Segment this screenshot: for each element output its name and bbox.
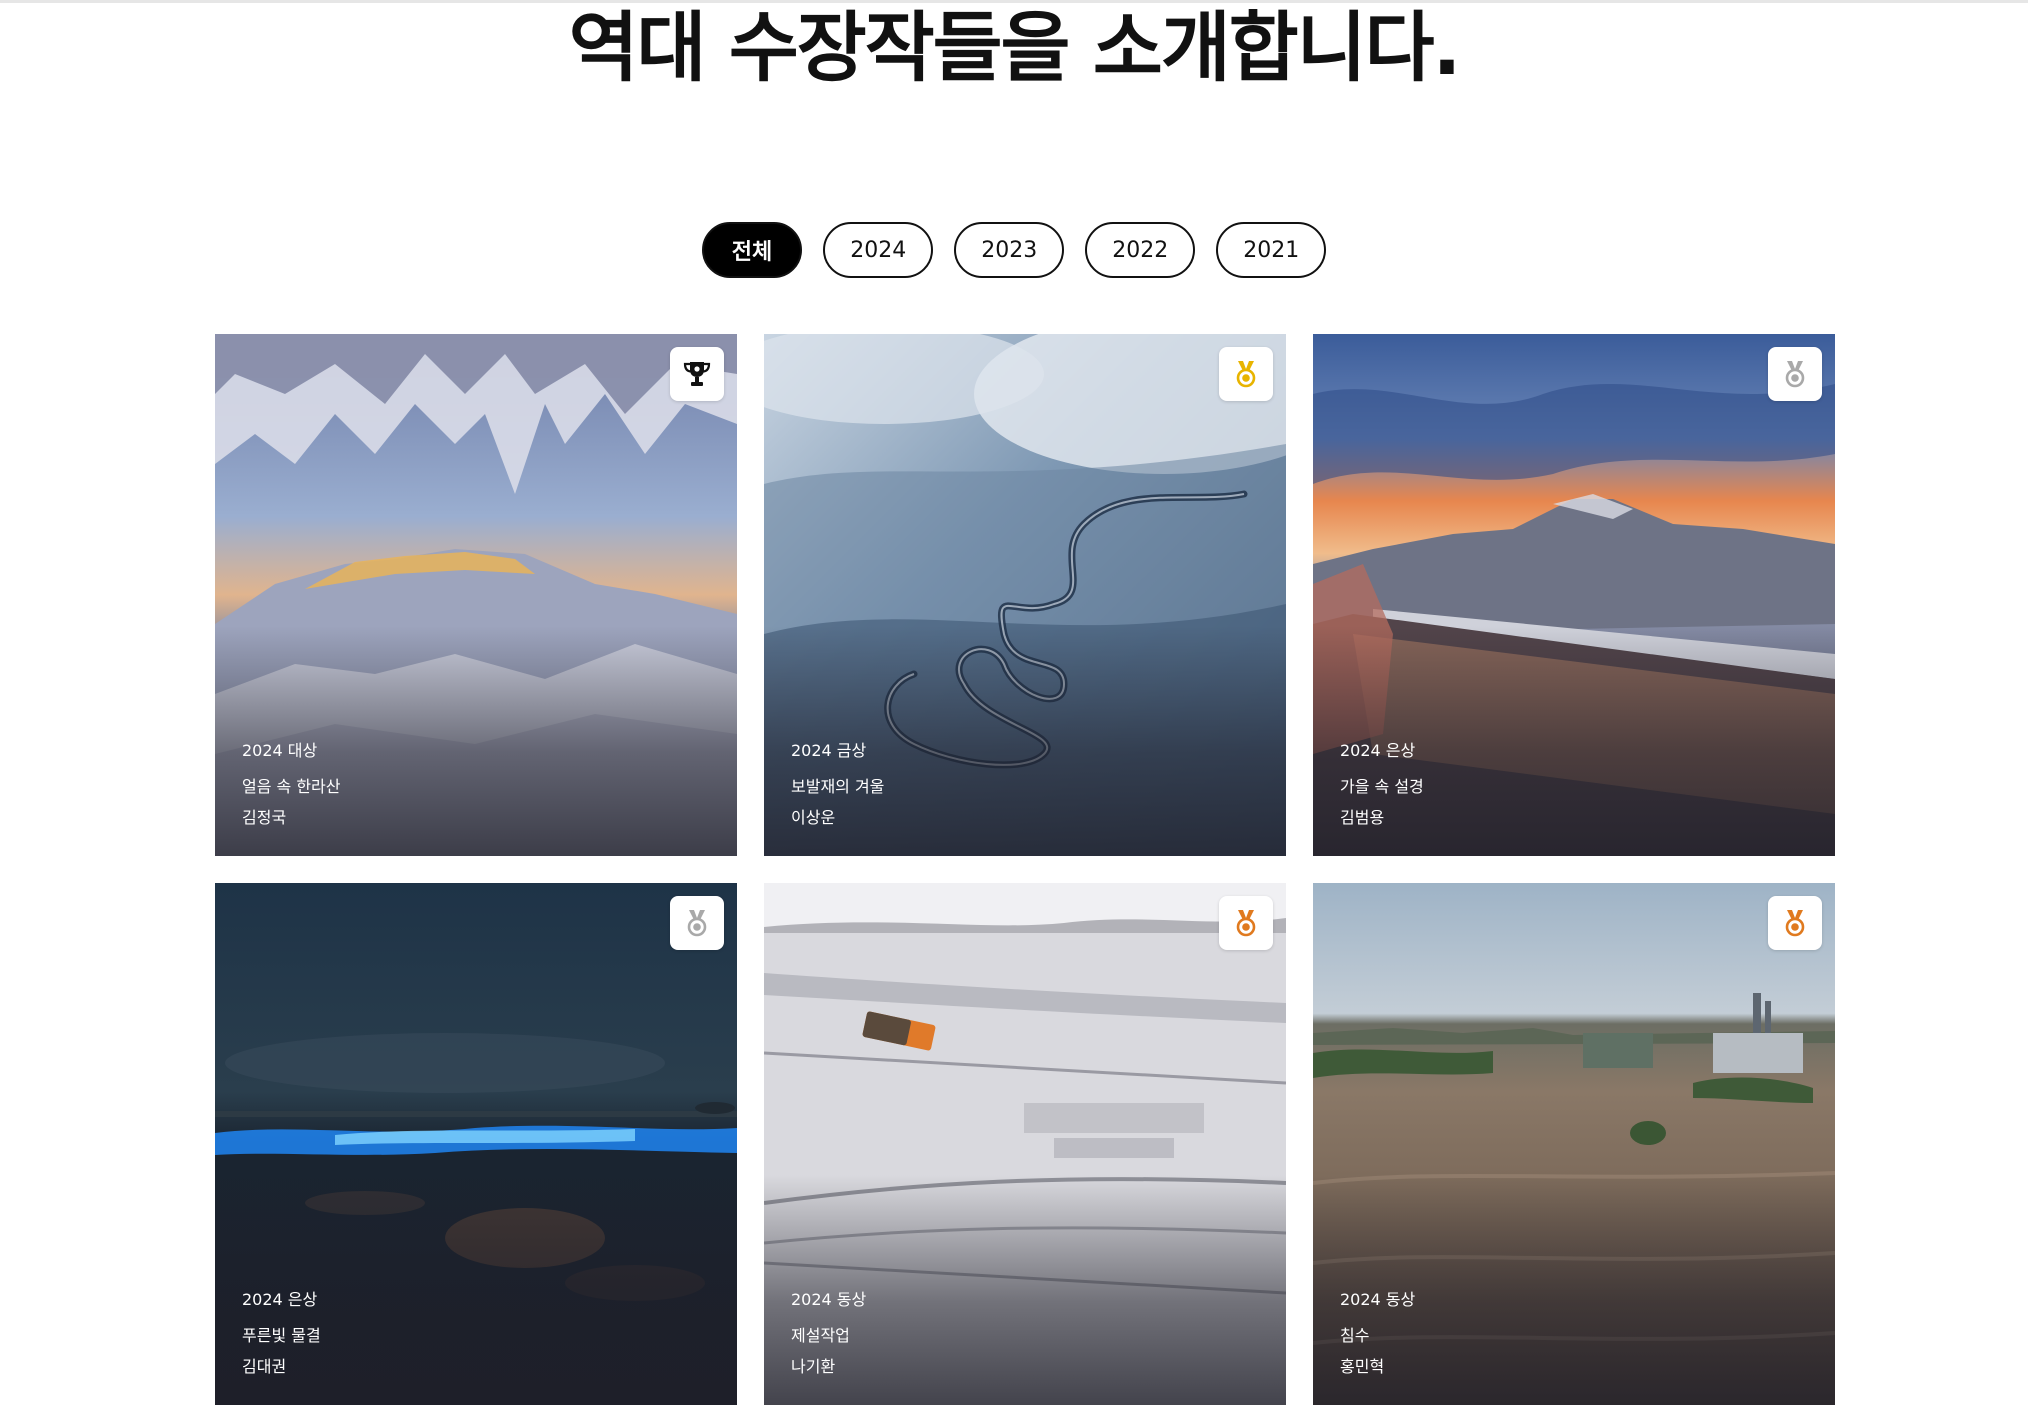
card-caption: 2024 은상 푸른빛 물결 김대권 [242, 1286, 321, 1377]
trophy-icon [683, 362, 711, 386]
award-badge [1768, 347, 1822, 401]
card-award: 2024 대상 [242, 741, 318, 760]
silver-medal-icon [687, 910, 707, 937]
gold-medal-icon [1236, 361, 1256, 388]
award-badge [1768, 896, 1822, 950]
card-title: 푸른빛 물결 [242, 1326, 321, 1345]
card-caption: 2024 동상 제설작업 나기환 [791, 1286, 866, 1377]
card-author: 김대권 [242, 1357, 287, 1376]
bronze-medal-icon [1236, 910, 1256, 937]
winner-card[interactable]: 2024 동상 제설작업 나기환 [764, 883, 1286, 1405]
winners-grid: 2024 대상 얼음 속 한라산 김정국 2024 금상 보발재의 겨울 이상운… [215, 334, 1835, 1405]
card-title: 보발재의 겨울 [791, 777, 885, 796]
award-badge [1219, 347, 1273, 401]
card-author: 홍민혁 [1340, 1357, 1385, 1376]
card-award: 2024 금상 [791, 741, 867, 760]
card-caption: 2024 은상 가을 속 설경 김범용 [1340, 737, 1424, 828]
card-title: 얼음 속 한라산 [242, 777, 341, 796]
winner-card[interactable]: 2024 대상 얼음 속 한라산 김정국 [215, 334, 737, 856]
winner-card[interactable]: 2024 은상 푸른빛 물결 김대권 [215, 883, 737, 1405]
card-author: 김정국 [242, 808, 287, 827]
filter-2023[interactable]: 2023 [954, 222, 1065, 278]
card-caption: 2024 대상 얼음 속 한라산 김정국 [242, 737, 341, 828]
card-award: 2024 동상 [1340, 1290, 1416, 1309]
card-title: 침수 [1340, 1326, 1370, 1345]
winner-card[interactable]: 2024 은상 가을 속 설경 김범용 [1313, 334, 1835, 856]
year-filter-tabs: 전체 2024 2023 2022 2021 [0, 222, 2028, 278]
card-caption: 2024 금상 보발재의 겨울 이상운 [791, 737, 884, 828]
award-badge [670, 896, 724, 950]
filter-2021[interactable]: 2021 [1216, 222, 1327, 278]
award-badge [670, 347, 724, 401]
filter-all[interactable]: 전체 [701, 222, 803, 278]
award-badge [1219, 896, 1273, 950]
silver-medal-icon [1785, 361, 1805, 388]
winner-card[interactable]: 2024 동상 침수 홍민혁 [1313, 883, 1835, 1405]
card-award: 2024 은상 [242, 1290, 318, 1309]
filter-2022[interactable]: 2022 [1085, 222, 1196, 278]
card-author: 김범용 [1340, 808, 1385, 827]
card-award: 2024 동상 [791, 1290, 867, 1309]
card-award: 2024 은상 [1340, 741, 1416, 760]
bronze-medal-icon [1785, 910, 1805, 937]
card-title: 가을 속 설경 [1340, 777, 1424, 796]
filter-2024[interactable]: 2024 [823, 222, 934, 278]
card-caption: 2024 동상 침수 홍민혁 [1340, 1286, 1415, 1377]
card-author: 이상운 [791, 808, 836, 827]
card-title: 제설작업 [791, 1326, 850, 1345]
card-author: 나기환 [791, 1357, 836, 1376]
winner-card[interactable]: 2024 금상 보발재의 겨울 이상운 [764, 334, 1286, 856]
page-title: 역대 수장작들을 소개합니다. [568, 3, 1462, 92]
